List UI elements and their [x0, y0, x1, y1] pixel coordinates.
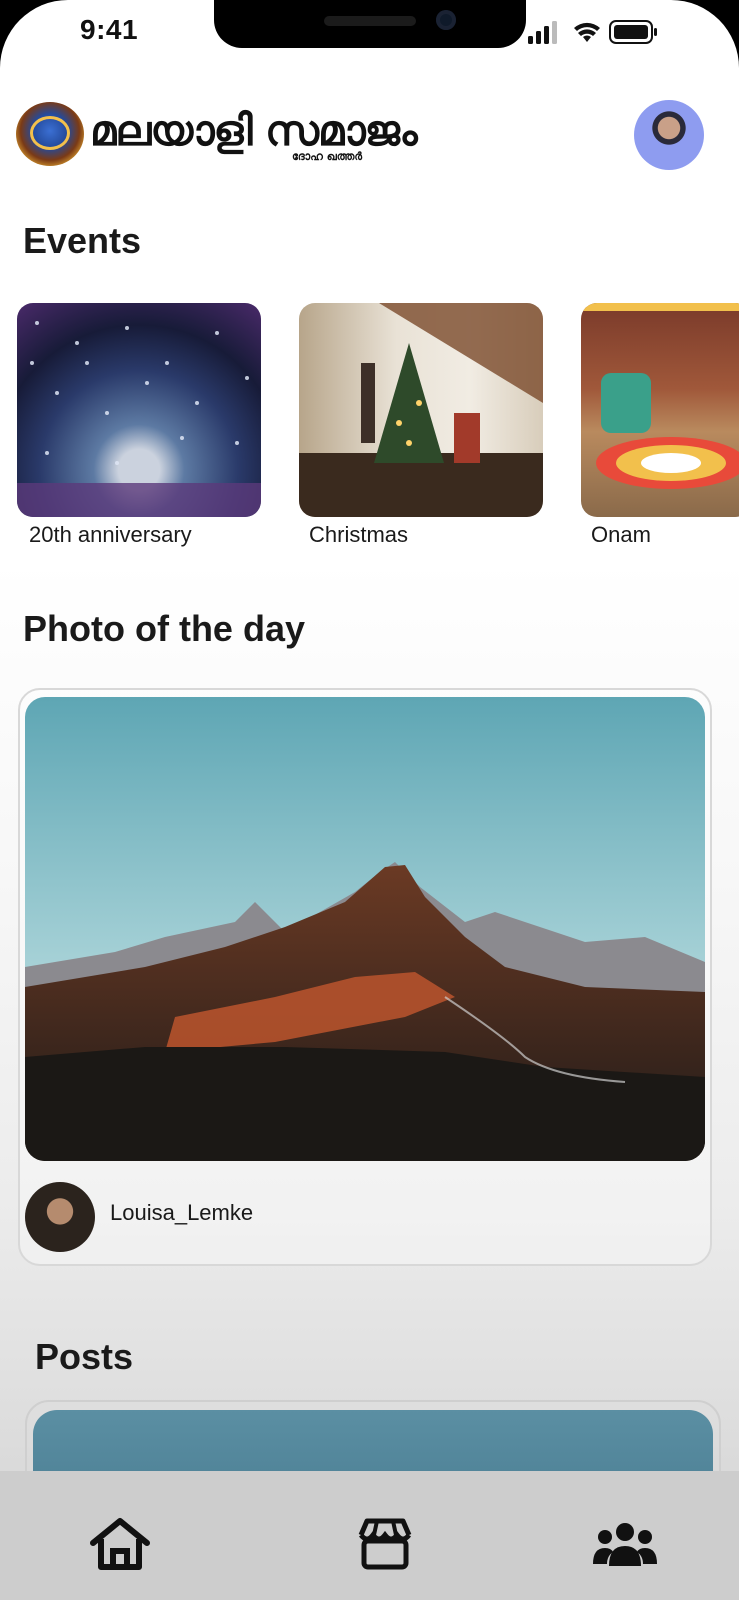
logo-subtext: ദോഹ ഖത്തർ: [292, 150, 363, 163]
event-label-onam: Onam: [591, 522, 651, 547]
logo-emblem-icon: [16, 102, 84, 166]
store-icon: [358, 1518, 412, 1570]
event-card-anniversary[interactable]: [17, 303, 261, 517]
notch: [214, 0, 526, 48]
signal-icon: [528, 21, 557, 44]
author-name[interactable]: Louisa_Lemke: [110, 1200, 253, 1226]
christmas-image: [299, 303, 543, 517]
status-time: 9:41: [80, 14, 139, 45]
bottom-tab-bar: [0, 1471, 739, 1600]
event-card-christmas[interactable]: [299, 303, 543, 517]
profile-avatar[interactable]: [634, 100, 704, 170]
battery-icon: [609, 20, 657, 44]
tab-store[interactable]: [352, 1515, 418, 1573]
event-card-onam[interactable]: [581, 303, 739, 517]
confetti-image: [17, 321, 261, 517]
tab-home[interactable]: [87, 1515, 153, 1573]
home-icon: [90, 1518, 150, 1570]
app-screen: 9:41 മലയാളി സമാജം ദോഹ ഖത്തർ Events 20th …: [0, 0, 739, 1600]
author-avatar[interactable]: [25, 1182, 95, 1252]
app-header: മലയാളി സമാജം ദോഹ ഖത്തർ: [0, 96, 739, 176]
photo-of-day-title: Photo of the day: [23, 608, 305, 649]
front-camera: [436, 10, 456, 30]
mountain-image: [25, 697, 705, 1161]
event-label-christmas: Christmas: [309, 522, 409, 547]
tab-community[interactable]: [592, 1515, 658, 1573]
onam-image: [581, 303, 739, 489]
photo-of-day-image[interactable]: [25, 697, 705, 1161]
event-label-anniversary: 20th anniversary: [29, 522, 192, 547]
speaker-grille: [324, 16, 416, 26]
posts-title: Posts: [35, 1336, 134, 1377]
events-title: Events: [23, 220, 142, 261]
logo-text: മലയാളി സമാജം: [90, 106, 418, 155]
wifi-icon: [574, 22, 600, 42]
community-icon: [593, 1523, 657, 1566]
status-icons: [528, 20, 657, 44]
status-bar: 9:41: [0, 0, 739, 64]
